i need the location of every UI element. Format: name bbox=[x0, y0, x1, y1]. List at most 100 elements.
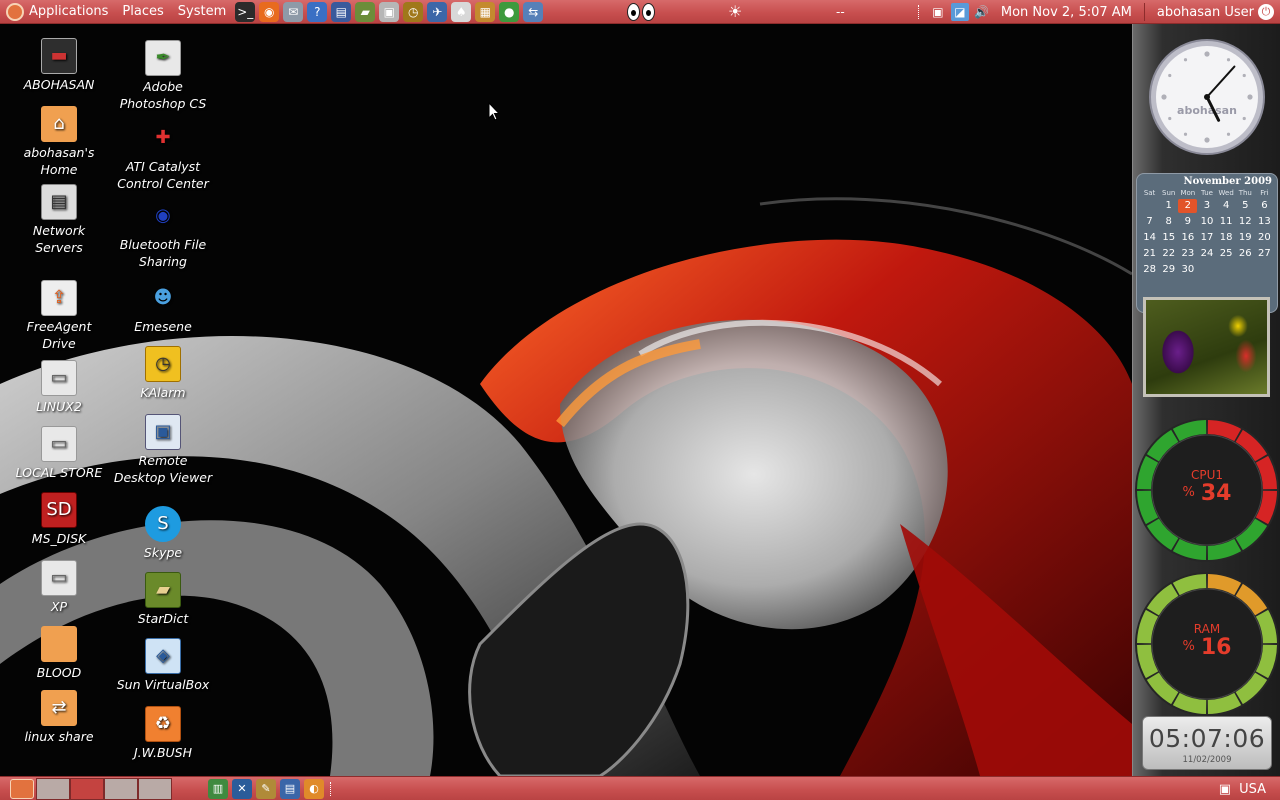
calendar-gadget[interactable]: November 2009 Sat Sun Mon Tue Wed Thu Fri 1 2 3 4 5… bbox=[1136, 173, 1278, 313]
mail-icon[interactable]: ✉ bbox=[283, 1, 304, 22]
workspace-1[interactable] bbox=[36, 777, 70, 800]
settings-tools-icon[interactable]: ✎ bbox=[256, 778, 276, 799]
help-icon[interactable]: ? bbox=[307, 1, 328, 22]
desktop-icon[interactable]: ◷ KAlarm bbox=[113, 346, 213, 401]
workspace-2[interactable] bbox=[70, 777, 104, 800]
desktop-icon[interactable]: ◈ Sun VirtualBox bbox=[113, 638, 213, 693]
drive-icon: ▭ bbox=[41, 426, 77, 462]
desktop-icon[interactable]: SD MS_DISK bbox=[9, 492, 109, 547]
gadget-sidebar: abohasan November 2009 Sat Sun Mon Tue Wed Th… bbox=[1132, 24, 1280, 776]
calendar-day[interactable]: 28 bbox=[1140, 263, 1159, 277]
power-icon[interactable]: ⏻ bbox=[1258, 4, 1274, 20]
calendar-day[interactable]: 24 bbox=[1197, 247, 1216, 261]
calendar-day[interactable]: 23 bbox=[1178, 247, 1197, 261]
window-list-icon[interactable]: ▤ bbox=[280, 778, 300, 799]
panel-handle[interactable] bbox=[330, 781, 333, 796]
desktop-icon[interactable]: BLOOD bbox=[9, 626, 109, 681]
desktop-icon[interactable]: S Skype bbox=[113, 506, 213, 561]
calendar-day[interactable]: 12 bbox=[1236, 215, 1255, 229]
desktop-icon[interactable]: ▰ StarDict bbox=[113, 572, 213, 627]
computer-icon: ▬ bbox=[41, 38, 77, 74]
desktop-icon[interactable]: ⌂ abohasan's Home bbox=[9, 106, 109, 178]
calendar-day[interactable]: 13 bbox=[1255, 215, 1274, 229]
keyboard-indicator[interactable]: ▣ USA bbox=[1219, 777, 1266, 800]
desktop-icon[interactable]: ▤ Network Servers bbox=[9, 184, 109, 256]
xeyes-icon[interactable] bbox=[627, 3, 655, 21]
clock-tick bbox=[1226, 132, 1231, 136]
calendar-day[interactable]: 4 bbox=[1217, 199, 1236, 213]
desktop-icon[interactable]: ▭ LOCAL STORE bbox=[9, 426, 109, 481]
calendar-day[interactable]: 6 bbox=[1255, 199, 1274, 213]
calendar-day[interactable]: 9 bbox=[1178, 215, 1197, 229]
desktop-icon[interactable]: ✚ ATI Catalyst Control Center bbox=[113, 120, 213, 192]
folder-icon bbox=[41, 626, 77, 662]
desktop-icon[interactable]: ◉ Bluetooth File Sharing bbox=[113, 198, 213, 270]
calendar-day[interactable]: 27 bbox=[1255, 247, 1274, 261]
analog-clock-gadget[interactable]: abohasan bbox=[1148, 38, 1266, 156]
calendar-day[interactable]: 8 bbox=[1159, 215, 1178, 229]
calendar-day[interactable]: 20 bbox=[1255, 231, 1274, 245]
calendar-day[interactable]: 26 bbox=[1236, 247, 1255, 261]
thunderbird-icon[interactable]: ✈ bbox=[427, 1, 448, 22]
calendar-day[interactable]: 15 bbox=[1159, 231, 1178, 245]
remote-icon[interactable]: ⇆ bbox=[523, 1, 544, 22]
update-notifier-icon[interactable]: ◪ bbox=[950, 3, 969, 21]
desktop-icon[interactable]: ▭ LINUX2 bbox=[9, 360, 109, 415]
bulletin-icon[interactable]: ▦ bbox=[475, 1, 496, 22]
show-desktop-button[interactable] bbox=[10, 778, 34, 799]
calendar-day[interactable]: 10 bbox=[1197, 215, 1216, 229]
desktop-icon[interactable]: ⇄ linux share bbox=[9, 690, 109, 745]
applications-menu-label: Applications bbox=[29, 3, 109, 19]
save-icon[interactable]: ▤ bbox=[331, 1, 352, 22]
calendar-day[interactable]: 30 bbox=[1178, 263, 1197, 277]
firefox-icon[interactable]: ◉ bbox=[259, 1, 280, 22]
volume-icon[interactable]: 🔊 bbox=[973, 3, 991, 21]
calendar-day[interactable]: 14 bbox=[1140, 231, 1159, 245]
desktop-icon-label: StarDict bbox=[137, 611, 189, 626]
user-switcher[interactable]: abohasan User bbox=[1149, 5, 1258, 20]
network-servers-icon: ▤ bbox=[41, 184, 77, 220]
calendar-day[interactable]: 22 bbox=[1159, 247, 1178, 261]
places-menu[interactable]: Places bbox=[115, 0, 170, 24]
terminal-icon[interactable]: >_ bbox=[235, 1, 256, 22]
desktop-icon[interactable]: ✒ Adobe Photoshop CS bbox=[113, 40, 213, 112]
calendar-day[interactable]: 17 bbox=[1197, 231, 1216, 245]
solitaire-icon[interactable]: ♠ bbox=[451, 1, 472, 22]
desktop-icon[interactable]: ♻ J.W.BUSH bbox=[113, 706, 213, 761]
calendar-day[interactable]: 25 bbox=[1217, 247, 1236, 261]
calendar-day[interactable]: 18 bbox=[1217, 231, 1236, 245]
network-icon[interactable]: ▣ bbox=[929, 3, 947, 21]
desktop-icon-label: LINUX2 bbox=[36, 399, 82, 414]
desktop-icon[interactable]: ▬ ABOHASAN bbox=[9, 38, 109, 93]
calendar-day[interactable]: 5 bbox=[1236, 199, 1255, 213]
calendar-day[interactable]: 7 bbox=[1140, 215, 1159, 229]
screenshot-icon[interactable]: ▣ bbox=[379, 1, 400, 22]
desktop-icon[interactable]: ☻ Emesene bbox=[113, 280, 213, 335]
applications-menu[interactable]: Applications bbox=[0, 0, 115, 24]
ubuntu-one-icon[interactable]: ◐ bbox=[304, 778, 324, 799]
calendar-day[interactable]: 16 bbox=[1178, 231, 1197, 245]
calendar-day[interactable]: 19 bbox=[1236, 231, 1255, 245]
calendar-today[interactable]: 2 bbox=[1178, 199, 1198, 213]
desktop-icon[interactable]: ▭ XP bbox=[9, 560, 109, 615]
stardict-icon[interactable]: ▰ bbox=[355, 1, 376, 22]
desktop-icon[interactable]: ⇪ FreeAgent Drive bbox=[9, 280, 109, 352]
workspace-3[interactable] bbox=[104, 777, 138, 800]
system-menu[interactable]: System bbox=[171, 0, 233, 24]
desktop-icon[interactable]: ▣ Remote Desktop Viewer bbox=[113, 414, 213, 486]
network-tray-icon[interactable]: ▣ bbox=[1219, 782, 1231, 797]
calendar-day[interactable]: 1 bbox=[1159, 199, 1178, 213]
green-ball-icon[interactable]: ● bbox=[499, 1, 520, 22]
system-monitor-icon[interactable]: ▥ bbox=[208, 778, 228, 799]
digital-clock-gadget[interactable]: 05:07:06 11/02/2009 bbox=[1142, 716, 1272, 770]
workspace-4[interactable] bbox=[138, 777, 172, 800]
photo-frame-gadget[interactable] bbox=[1143, 297, 1270, 397]
calendar-day[interactable]: 11 bbox=[1217, 215, 1236, 229]
tools-icon[interactable]: ✕ bbox=[232, 778, 252, 799]
brightness-icon[interactable]: ☀ bbox=[728, 2, 742, 22]
calendar-day[interactable]: 21 bbox=[1140, 247, 1159, 261]
calendar-day[interactable]: 3 bbox=[1197, 199, 1216, 213]
panel-clock[interactable]: Mon Nov 2, 5:07 AM bbox=[993, 5, 1140, 20]
calendar-day[interactable]: 29 bbox=[1159, 263, 1178, 277]
clock-app-icon[interactable]: ◷ bbox=[403, 1, 424, 22]
